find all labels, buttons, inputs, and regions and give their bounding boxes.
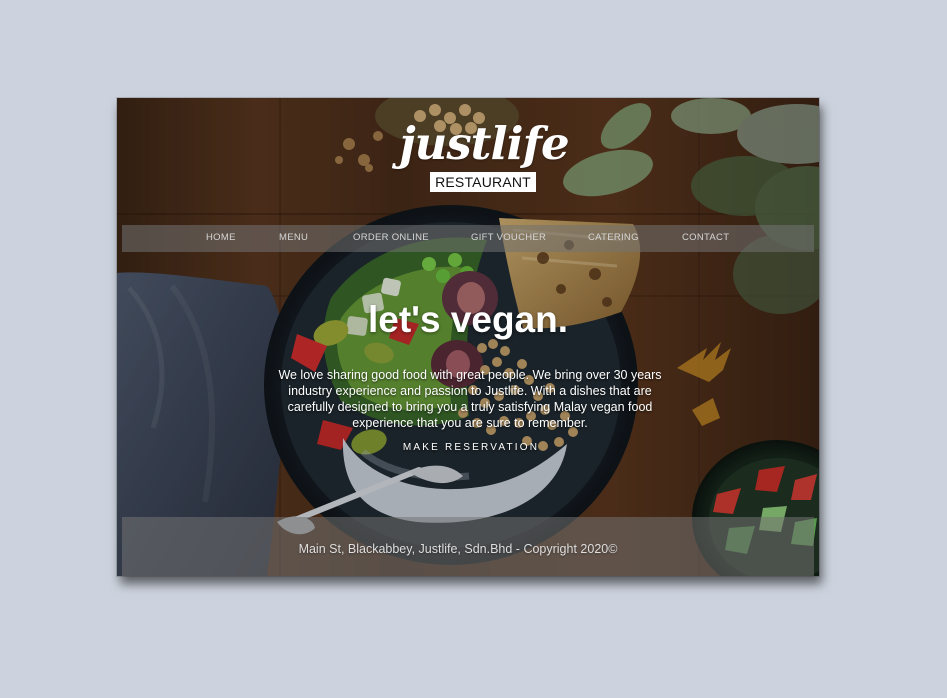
nav-item-order-online[interactable]: ORDER ONLINE (353, 232, 429, 244)
nav-item-contact[interactable]: CONTACT (682, 232, 729, 244)
footer-copyright: Main St, Blackabbey, Justlife, Sdn.Bhd -… (298, 542, 618, 556)
hero-title: let's vegan. (367, 299, 569, 340)
nav-item-catering[interactable]: CATERING (588, 232, 639, 244)
make-reservation-button[interactable]: MAKE RESERVATION (403, 442, 539, 454)
site-footer: Main St, Blackabbey, Justlife, Sdn.Bhd -… (122, 517, 814, 576)
hero-section: let's vegan. We love sharing good food w… (117, 298, 819, 455)
brand-logo[interactable]: justlife RESTAURANT (117, 118, 819, 192)
nav-item-gift-voucher[interactable]: GIFT VOUCHER (471, 232, 546, 244)
page-canvas: justlife RESTAURANT HOME MENU ORDER ONLI… (0, 0, 947, 698)
nav-item-menu[interactable]: MENU (279, 232, 308, 244)
website-mockup: justlife RESTAURANT HOME MENU ORDER ONLI… (117, 98, 819, 576)
hero-description: We love sharing good food with great peo… (278, 368, 662, 430)
nav-item-home[interactable]: HOME (206, 232, 236, 244)
brand-subtitle: RESTAURANT (430, 172, 536, 192)
top-navigation: HOME MENU ORDER ONLINE GIFT VOUCHER CATE… (122, 225, 814, 252)
brand-name[interactable]: justlife (133, 118, 819, 170)
